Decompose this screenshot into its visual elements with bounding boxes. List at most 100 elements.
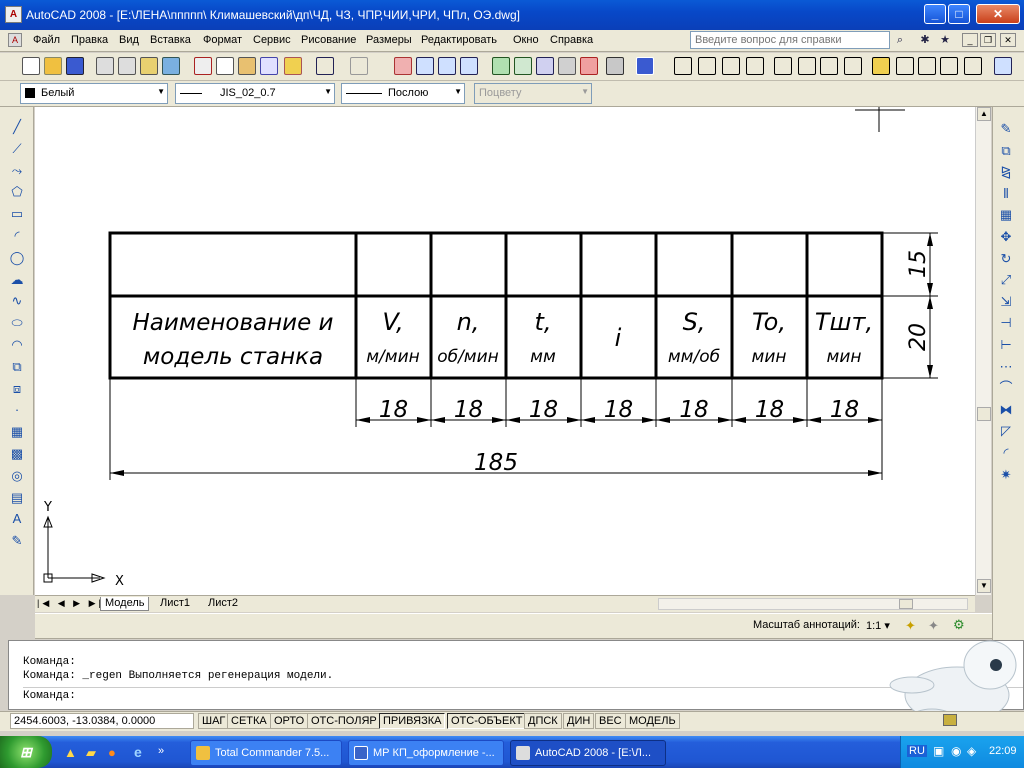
angular-dim-icon[interactable]: [844, 57, 862, 75]
revcloud-icon[interactable]: ☁: [8, 271, 26, 289]
color-select[interactable]: Белый ▼: [20, 83, 168, 104]
scroll-down-icon[interactable]: ▼: [977, 579, 991, 593]
region-icon[interactable]: ◎: [8, 467, 26, 485]
zoom-previous-icon[interactable]: [460, 57, 478, 75]
task-word-document[interactable]: МР КП_оформление -...: [348, 740, 504, 766]
ellipse-icon[interactable]: ⬭: [8, 314, 26, 332]
paste-icon[interactable]: [238, 57, 256, 75]
erase-icon[interactable]: ✎: [997, 120, 1015, 138]
status-lock-icon[interactable]: [943, 714, 957, 726]
vertical-scrollbar[interactable]: ▲ ▼: [975, 107, 991, 595]
zoom-realtime-icon[interactable]: [416, 57, 434, 75]
print-preview-icon[interactable]: [118, 57, 136, 75]
network-icon[interactable]: ▣: [933, 744, 944, 758]
spline-icon[interactable]: ∿: [8, 292, 26, 310]
open-folder-icon[interactable]: [44, 57, 62, 75]
document-icon[interactable]: A: [8, 33, 22, 47]
task-total-commander[interactable]: Total Commander 7.5...: [190, 740, 342, 766]
quicklaunch-more-icon[interactable]: »: [158, 745, 164, 757]
calculator-icon[interactable]: [606, 57, 624, 75]
continue-dim-icon[interactable]: [918, 57, 936, 75]
insert-block-icon[interactable]: ⧉: [8, 358, 26, 376]
quick-dim-icon[interactable]: [872, 57, 890, 75]
doc-minimize-button[interactable]: _: [962, 33, 978, 47]
print-icon[interactable]: [96, 57, 114, 75]
menu-edit[interactable]: Правка: [71, 34, 108, 46]
aligned-dim-icon[interactable]: [698, 57, 716, 75]
menu-help[interactable]: Справка: [550, 34, 593, 46]
volume-icon[interactable]: ◉: [951, 744, 961, 758]
menu-file[interactable]: Файл: [33, 34, 60, 46]
move-icon[interactable]: ✥: [997, 228, 1015, 246]
block-editor-icon[interactable]: [284, 57, 302, 75]
menu-draw[interactable]: Рисование: [301, 34, 356, 46]
publish-icon[interactable]: [140, 57, 158, 75]
tab-navigation-icons[interactable]: |◀ ◀ ▶ ▶|: [37, 598, 104, 609]
autocad-app-icon[interactable]: A: [5, 6, 22, 23]
menu-tools[interactable]: Сервис: [253, 34, 291, 46]
jogged-dim-icon[interactable]: [798, 57, 816, 75]
copy-object-icon[interactable]: ⧉: [997, 142, 1015, 160]
dim-break-icon[interactable]: [964, 57, 982, 75]
scale-icon[interactable]: ⤢: [997, 271, 1015, 289]
diameter-dim-icon[interactable]: [820, 57, 838, 75]
polygon-icon[interactable]: ⬠: [8, 183, 26, 201]
internet-explorer-icon[interactable]: e: [134, 744, 142, 760]
sheet-set-icon[interactable]: [558, 57, 576, 75]
tolerance-icon[interactable]: [994, 57, 1012, 75]
baseline-dim-icon[interactable]: [896, 57, 914, 75]
status-toggle-2[interactable]: ОРТО: [270, 713, 309, 729]
menu-modify[interactable]: Редактировать: [421, 34, 497, 46]
fillet-icon[interactable]: ◜: [997, 444, 1015, 462]
arc-icon[interactable]: ◜: [8, 227, 26, 245]
status-toggle-3[interactable]: ОТС-ПОЛЯР: [307, 713, 381, 729]
multiline-text-icon[interactable]: A: [8, 510, 26, 528]
horizontal-scrollbar[interactable]: [658, 598, 968, 610]
lineweight-select[interactable]: Послою ▼: [341, 83, 465, 104]
search-icon[interactable]: ⌕: [892, 33, 908, 48]
pan-icon[interactable]: [394, 57, 412, 75]
menu-dimension[interactable]: Размеры: [366, 34, 412, 46]
polyline-icon[interactable]: ⤳: [8, 162, 26, 180]
hscroll-thumb[interactable]: [899, 599, 913, 609]
status-toggle-7[interactable]: ДИН: [563, 713, 595, 729]
gradient-icon[interactable]: ▩: [8, 445, 26, 463]
chamfer-icon[interactable]: ◸: [997, 422, 1015, 440]
start-button[interactable]: ⊞: [0, 736, 52, 768]
help-icon[interactable]: [636, 57, 654, 75]
status-toggle-5[interactable]: ОТС-ОБЪЕКТ: [447, 713, 527, 729]
tab-layout2[interactable]: Лист2: [204, 597, 242, 611]
menu-view[interactable]: Вид: [119, 34, 139, 46]
clock[interactable]: 22:09: [989, 745, 1017, 757]
point-icon[interactable]: ·: [8, 401, 26, 419]
doc-close-button[interactable]: ✕: [1000, 33, 1016, 47]
task-autocad[interactable]: AutoCAD 2008 - [E:\Л...: [510, 740, 666, 766]
tab-layout1[interactable]: Лист1: [156, 597, 194, 611]
ellipse-arc-icon[interactable]: ◠: [8, 336, 26, 354]
properties-icon[interactable]: [492, 57, 510, 75]
offset-icon[interactable]: ⫴: [997, 185, 1015, 203]
construction-line-icon[interactable]: ⟋: [8, 140, 26, 158]
add-selected-icon[interactable]: ✎: [8, 532, 26, 550]
3d-dwf-icon[interactable]: [162, 57, 180, 75]
status-toggle-4[interactable]: ПРИВЯЗКА: [379, 713, 446, 729]
zoom-window-icon[interactable]: [438, 57, 456, 75]
undo-icon[interactable]: [316, 57, 334, 75]
stretch-icon[interactable]: ⇲: [997, 293, 1015, 311]
cut-icon[interactable]: [194, 57, 212, 75]
maximize-button[interactable]: □: [948, 4, 970, 24]
menu-format[interactable]: Формат: [203, 34, 242, 46]
status-toggle-8[interactable]: ВЕС: [595, 713, 626, 729]
scroll-thumb[interactable]: [977, 407, 991, 421]
circle-icon[interactable]: ◯: [8, 249, 26, 267]
rotate-icon[interactable]: ↻: [997, 250, 1015, 268]
markup-icon[interactable]: [580, 57, 598, 75]
ordinate-dim-icon[interactable]: [746, 57, 764, 75]
firefox-icon[interactable]: ●: [108, 745, 116, 760]
scroll-up-icon[interactable]: ▲: [977, 107, 991, 121]
linear-dim-icon[interactable]: [674, 57, 692, 75]
title-bar[interactable]: A AutoCAD 2008 - [E:\ЛЕНА\ппппп\ Климаше…: [0, 0, 1024, 30]
make-block-icon[interactable]: ⧈: [8, 380, 26, 398]
design-center-icon[interactable]: [514, 57, 532, 75]
tab-model[interactable]: Модель: [100, 597, 150, 611]
